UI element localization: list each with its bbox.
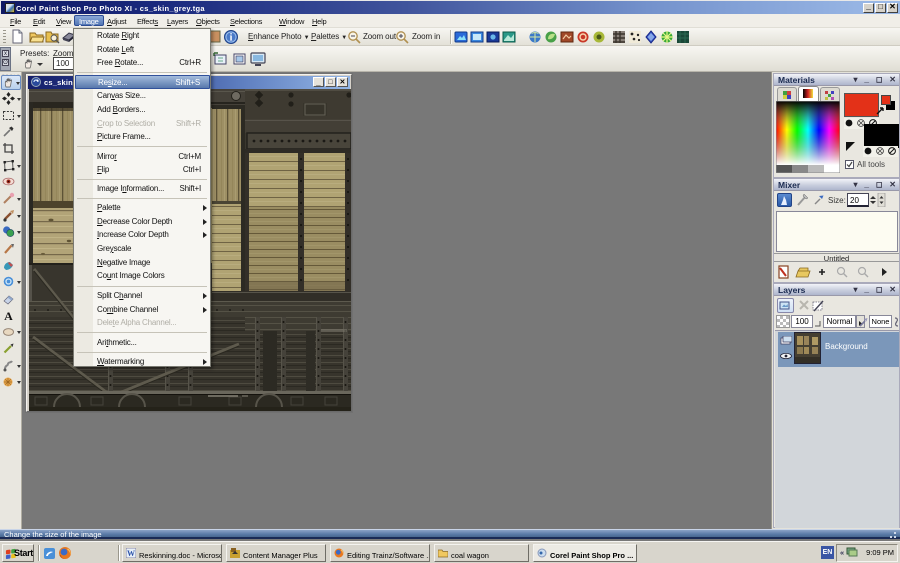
svg-text:i: i [230,33,233,44]
svg-text:W: W [127,549,135,558]
svg-text:A: A [4,309,13,322]
